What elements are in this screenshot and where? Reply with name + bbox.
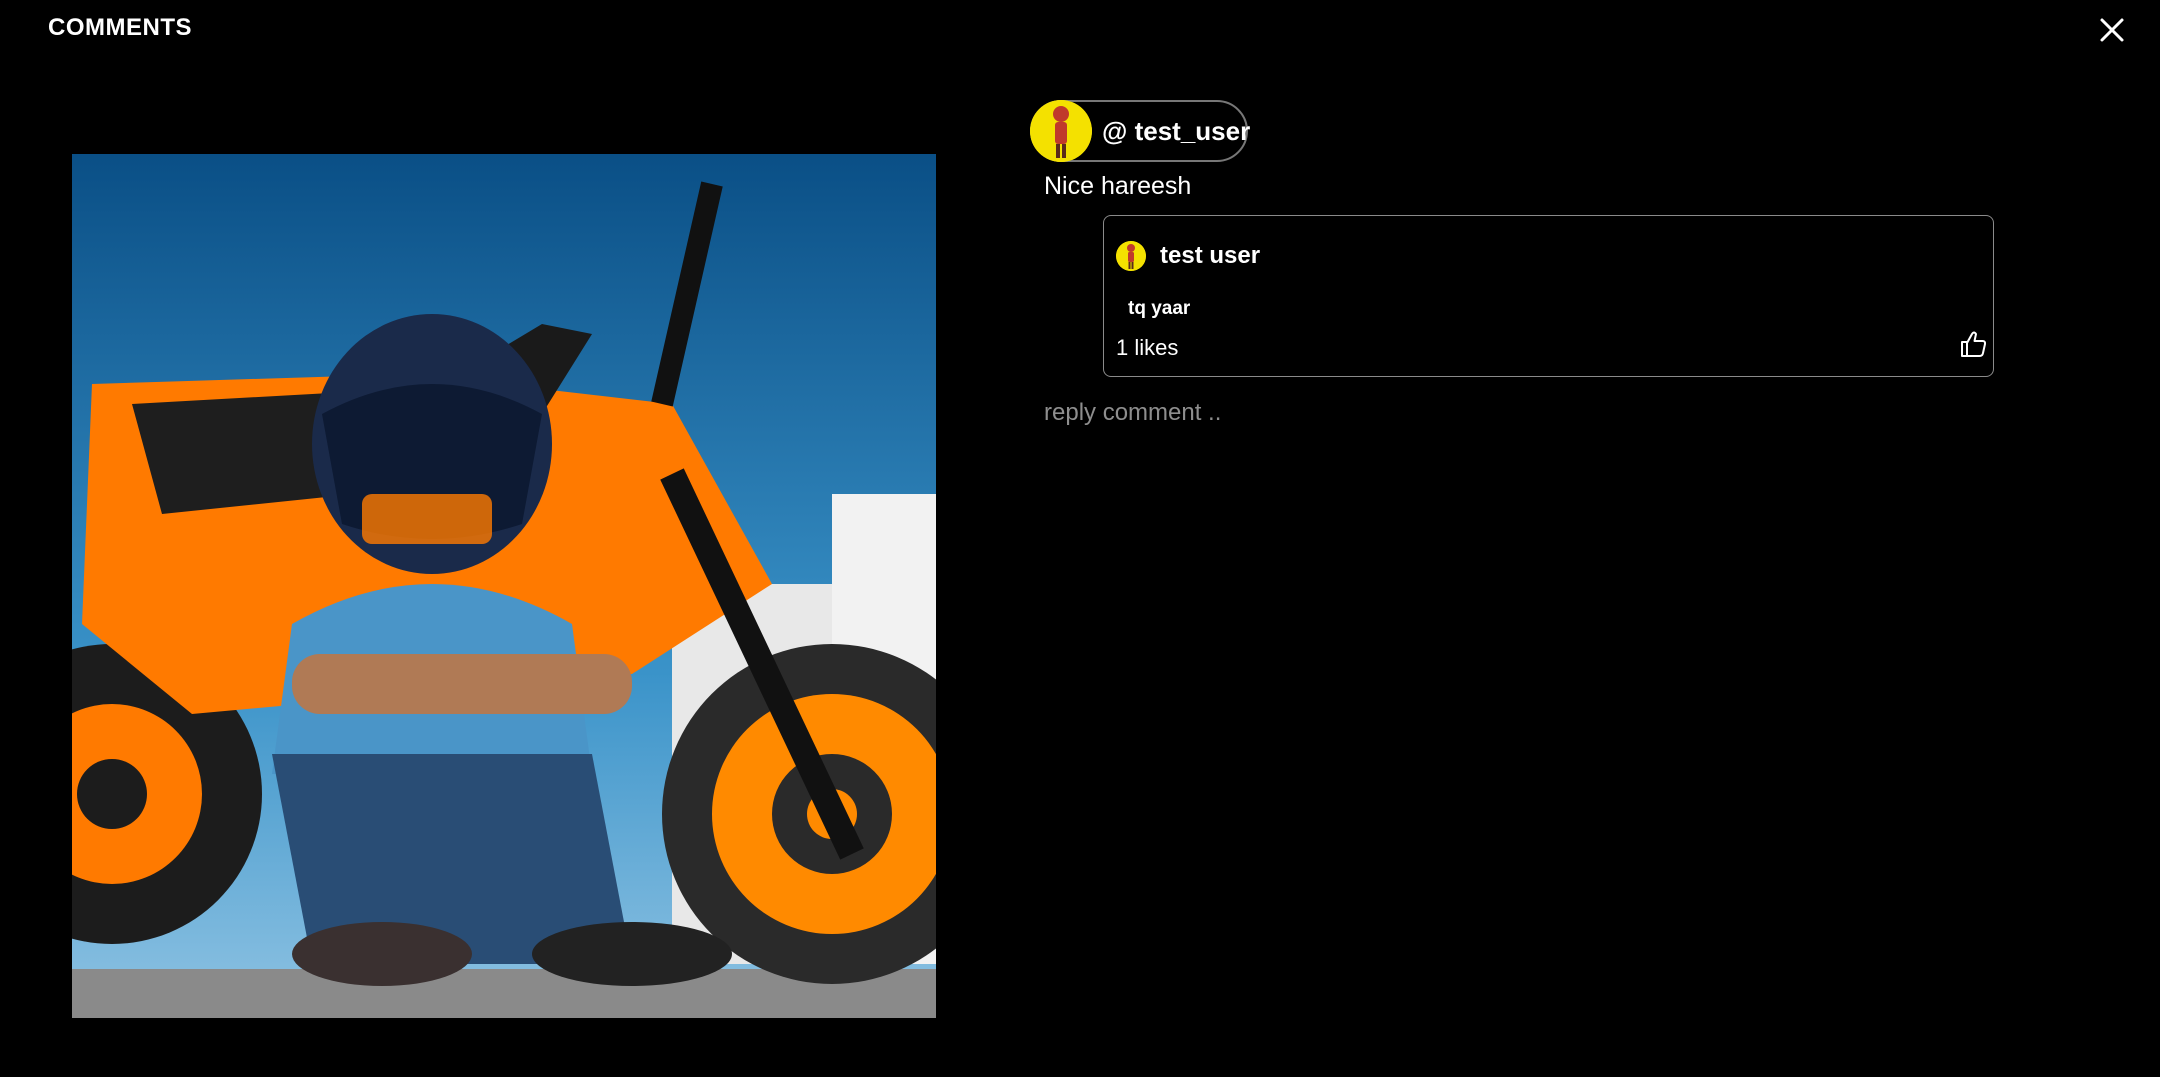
reply-text: tq yaar <box>1128 298 1191 319</box>
avatar <box>1030 100 1092 162</box>
comment-text: Nice hareesh <box>1044 172 1192 200</box>
avatar <box>1116 241 1146 271</box>
post-image <box>72 154 936 1018</box>
comment-author-handle[interactable]: @ test_user <box>1102 116 1250 147</box>
reply-author[interactable]: test user <box>1160 242 1260 270</box>
comment-author[interactable]: @ test_user <box>1030 100 1250 162</box>
page-title: COMMENTS <box>48 14 192 41</box>
thumbs-up-icon[interactable] <box>1956 328 1988 360</box>
reply-card: test user tq yaar 1 likes <box>1103 215 1994 377</box>
reply-comment-input[interactable] <box>1044 396 1944 430</box>
close-icon[interactable] <box>2094 12 2130 48</box>
reply-like-count: 1 likes <box>1116 335 1179 360</box>
